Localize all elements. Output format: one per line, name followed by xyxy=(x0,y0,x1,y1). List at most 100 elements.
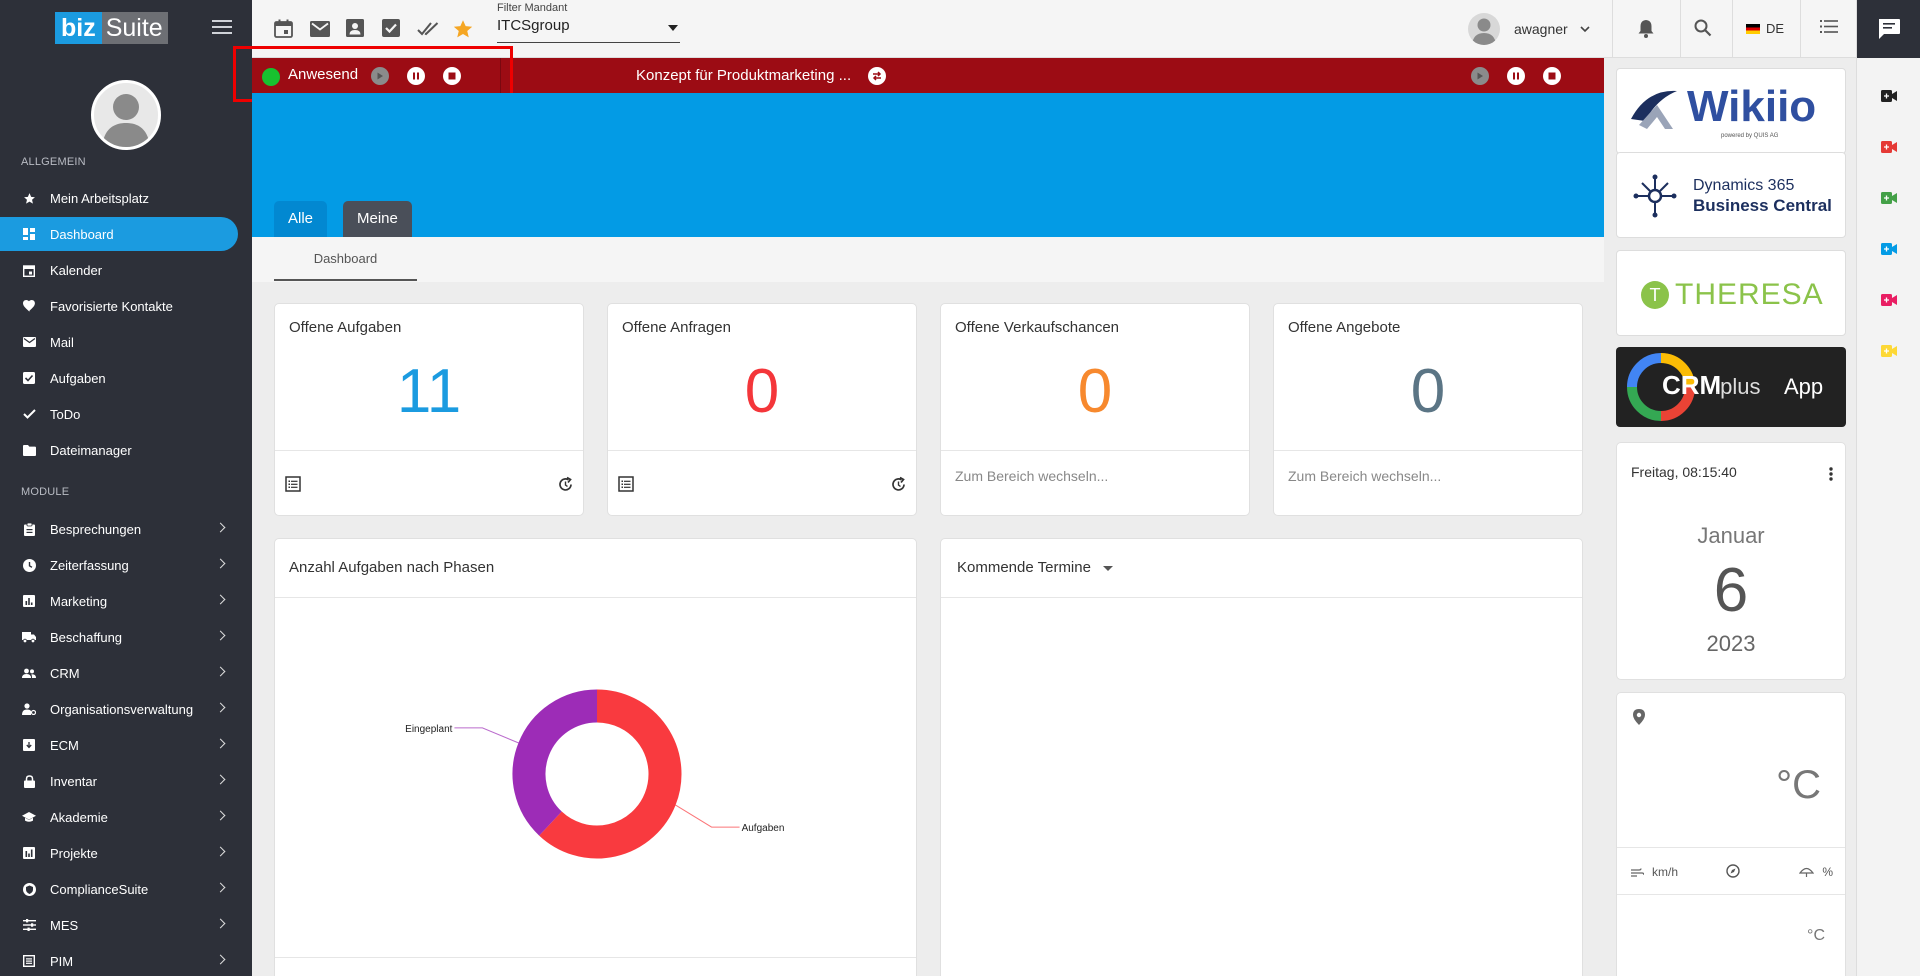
card-value[interactable]: 11 xyxy=(275,356,583,427)
sidebar-item-akademie[interactable]: Akademie xyxy=(0,800,238,834)
mail-icon[interactable] xyxy=(310,19,330,39)
sidebar-item-pim[interactable]: PIM xyxy=(0,944,238,976)
pause-icon[interactable] xyxy=(407,67,425,85)
sidebar-item-inventar[interactable]: Inventar xyxy=(0,764,238,798)
appointments-dropdown[interactable]: Kommende Termine xyxy=(957,559,1114,576)
search-icon[interactable] xyxy=(1694,19,1714,39)
chat-icon[interactable] xyxy=(1857,0,1920,58)
sidebar-item-favorisierte-kontakte[interactable]: Favorisierte Kontakte xyxy=(0,289,238,323)
card-value[interactable]: 0 xyxy=(608,356,916,427)
crm-app-text: App xyxy=(1784,374,1824,399)
donut-leader-line xyxy=(675,804,740,828)
favorite-star-icon[interactable] xyxy=(453,19,473,39)
tab-meine[interactable]: Meine xyxy=(343,201,412,237)
contact-card-icon[interactable] xyxy=(346,19,366,39)
sidebar-item-label: Dashboard xyxy=(50,226,114,242)
sidebar-item-mes[interactable]: MES xyxy=(0,908,238,942)
divider xyxy=(275,450,583,451)
tab-alle[interactable]: Alle xyxy=(274,201,328,237)
list-view-icon[interactable] xyxy=(618,476,636,494)
project-chart-icon xyxy=(22,846,36,860)
dropdown-caret-icon xyxy=(1103,565,1114,571)
switch-area-link[interactable]: Zum Bereich wechseln... xyxy=(955,468,1108,484)
donut-leader-line xyxy=(454,727,519,744)
filter-mandant-select[interactable]: ITCSgroup xyxy=(497,17,680,43)
current-task-title[interactable]: Konzept für Produktmarketing ... xyxy=(636,67,851,84)
sidebar-item-beschaffung[interactable]: Beschaffung xyxy=(0,620,238,654)
language-selector[interactable]: DE xyxy=(1746,21,1784,36)
chevron-right-icon xyxy=(215,630,226,641)
play-icon[interactable] xyxy=(371,67,389,85)
sidebar-item-projekte[interactable]: Projekte xyxy=(0,836,238,870)
dashboard-header: Alle Meine xyxy=(252,93,1604,237)
user-menu[interactable]: awagner xyxy=(1468,12,1590,46)
video-pink-icon[interactable] xyxy=(1881,294,1897,306)
sidebar-item-zeiterfassung[interactable]: Zeiterfassung xyxy=(0,548,238,582)
refresh-icon[interactable] xyxy=(557,476,575,494)
sidebar-item-ecm[interactable]: ECM xyxy=(0,728,238,762)
sidebar-item-dashboard[interactable]: Dashboard xyxy=(0,217,238,251)
kpi-card-verkaufschancen: Offene Verkaufschancen 0 Zum Bereich wec… xyxy=(940,303,1250,516)
notification-bell-icon[interactable] xyxy=(1637,19,1657,39)
sidebar-item-compliancesuite[interactable]: ComplianceSuite xyxy=(0,872,238,906)
refresh-icon[interactable] xyxy=(890,476,908,494)
sidebar-item-organisationsverwaltung[interactable]: Organisationsverwaltung xyxy=(0,692,238,726)
task-checkbox-icon[interactable] xyxy=(382,19,402,39)
divider xyxy=(941,597,1582,598)
sidebar-item-aufgaben[interactable]: Aufgaben xyxy=(0,361,238,395)
card-value[interactable]: 0 xyxy=(941,356,1249,427)
switch-area-link[interactable]: Zum Bereich wechseln... xyxy=(1288,468,1441,484)
profile-avatar[interactable] xyxy=(91,80,161,150)
sidebar-item-mein-arbeitsplatz[interactable]: Mein Arbeitsplatz xyxy=(0,181,238,215)
calendar-icon[interactable] xyxy=(274,19,294,39)
filter-mandant-label: Filter Mandant xyxy=(497,2,568,14)
double-check-icon[interactable] xyxy=(417,19,439,39)
sidebar-item-besprechungen[interactable]: Besprechungen xyxy=(0,512,238,546)
wind-unit: km/h xyxy=(1652,865,1679,879)
divider xyxy=(1612,0,1613,58)
sidebar-item-dateimanager[interactable]: Dateimanager xyxy=(0,433,238,467)
bizsuite-logo[interactable]: biz Suite xyxy=(55,12,168,44)
wind-icon xyxy=(1631,867,1644,877)
video-yellow-icon[interactable] xyxy=(1881,345,1897,357)
card-title: Offene Verkaufschancen xyxy=(955,319,1120,336)
sidebar-item-todo[interactable]: ToDo xyxy=(0,397,238,431)
kpi-card-angebote: Offene Angebote 0 Zum Bereich wechseln..… xyxy=(1273,303,1583,516)
wikiio-subtext: powered by QUIS AG xyxy=(1721,133,1779,139)
sidebar-item-kalender[interactable]: Kalender xyxy=(0,253,238,287)
presence-status-label[interactable]: Anwesend xyxy=(288,66,358,83)
task-play-icon[interactable] xyxy=(1471,67,1489,85)
sidebar-item-label: Besprechungen xyxy=(50,521,142,537)
video-black-icon[interactable] xyxy=(1881,90,1897,102)
location-pin-icon[interactable] xyxy=(1633,709,1645,725)
dynamics-365-tile[interactable]: Dynamics 365 Business Central xyxy=(1616,152,1846,238)
task-stop-icon[interactable] xyxy=(1543,67,1561,85)
lock-icon xyxy=(22,774,36,788)
switch-task-icon[interactable] xyxy=(868,67,886,85)
logo-biz: biz xyxy=(55,12,102,44)
card-value[interactable]: 0 xyxy=(1274,356,1582,427)
crm-plus-app-tile[interactable]: CRM .plus App xyxy=(1616,347,1846,427)
language-code: DE xyxy=(1766,21,1785,36)
sidebar-item-marketing[interactable]: Marketing xyxy=(0,584,238,618)
wikiio-tile[interactable]: Wikiio powered by QUIS AG xyxy=(1616,68,1846,154)
sidebar-item-label: ComplianceSuite xyxy=(50,881,149,897)
menu-toggle-icon[interactable] xyxy=(212,20,232,36)
video-green-icon[interactable] xyxy=(1881,192,1897,204)
video-blue-icon[interactable] xyxy=(1881,243,1897,255)
task-pause-icon[interactable] xyxy=(1507,67,1525,85)
video-red-icon[interactable] xyxy=(1881,141,1897,153)
sidebar-item-mail[interactable]: Mail xyxy=(0,325,238,359)
sidebar-item-crm[interactable]: CRM xyxy=(0,656,238,690)
list-view-icon[interactable] xyxy=(285,476,303,494)
donut-slice-eingeplant[interactable] xyxy=(512,689,598,836)
divider xyxy=(1617,894,1845,895)
list-menu-icon[interactable] xyxy=(1820,19,1840,39)
more-vertical-icon[interactable] xyxy=(1829,467,1833,481)
theresa-tile[interactable]: T THERESA xyxy=(1616,250,1846,336)
tab-dashboard[interactable]: Dashboard xyxy=(274,237,417,281)
stop-icon[interactable] xyxy=(443,67,461,85)
people-icon xyxy=(22,666,36,680)
crm-text: CRM xyxy=(1662,370,1722,400)
weather-widget: °C km/h % °C xyxy=(1616,692,1846,976)
